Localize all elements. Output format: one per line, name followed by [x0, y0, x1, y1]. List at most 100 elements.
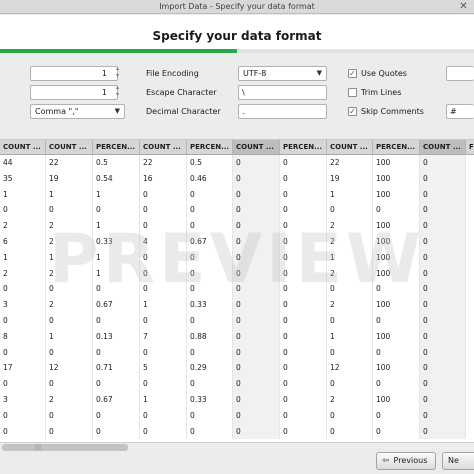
table-cell: 2 — [327, 297, 373, 313]
separator-select[interactable]: Comma "," ▼ — [30, 104, 125, 119]
table-cell: 0 — [46, 376, 93, 392]
table-cell: 0 — [0, 376, 46, 392]
column-header[interactable]: PERCEN... — [280, 140, 327, 155]
file-encoding-value: UTF-8 — [243, 69, 267, 78]
comment-character-input[interactable]: # — [446, 104, 474, 119]
escape-character-input[interactable]: \ — [238, 85, 327, 100]
table-cell: 0 — [0, 344, 46, 361]
column-header[interactable]: COUNT ... — [0, 140, 46, 155]
table-cell: 0 — [140, 407, 187, 424]
column-header[interactable]: COUNT ... — [140, 140, 187, 155]
column-header[interactable]: COUNT ... — [420, 140, 466, 155]
table-row: 3 2 0.67 1 0.33 0 0 2 100 0 — [0, 297, 474, 313]
table-cell: 1 — [0, 186, 46, 203]
escape-character-label: Escape Character — [146, 88, 217, 97]
table-cell: 0 — [420, 407, 466, 424]
column-header[interactable]: COUNT ... — [46, 140, 93, 155]
table-cell: 0.13 — [93, 328, 140, 345]
checkbox-box[interactable]: ✓ — [348, 69, 357, 78]
table-cell — [466, 187, 474, 203]
table-cell — [466, 376, 474, 392]
chevron-down-icon: ▼ — [316, 69, 322, 77]
table-cell: 0.29 — [187, 360, 233, 377]
table-cell: 0 — [420, 186, 466, 203]
table-cell: 0 — [373, 281, 420, 298]
table-cell: 0 — [140, 376, 187, 392]
table-cell: 22 — [46, 155, 93, 171]
table-cell: 2 — [0, 265, 46, 282]
table-cell: 0 — [280, 186, 327, 203]
table-cell: 0 — [373, 423, 420, 440]
start-row-stepper-icon[interactable]: ▴ ▾ — [116, 65, 124, 79]
table-cell: 1 — [327, 328, 373, 345]
table-cell: 0 — [233, 249, 280, 266]
checkbox-box[interactable] — [348, 88, 357, 97]
column-header[interactable]: PERCEN... — [373, 140, 420, 155]
table-cell: 0 — [280, 218, 327, 234]
column-header[interactable]: PERCEN... — [93, 140, 140, 155]
table-row: 17 12 0.71 5 0.29 0 0 12 100 0 — [0, 360, 474, 377]
table-cell: 0 — [233, 155, 280, 171]
checkbox-box[interactable]: ✓ — [348, 107, 357, 116]
table-cell: 0 — [327, 313, 373, 329]
table-cell: 0 — [280, 234, 327, 250]
table-cell: 0 — [140, 202, 187, 219]
table-cell: 0 — [233, 234, 280, 250]
table-cell: 0 — [140, 281, 187, 298]
skip-comments-label: Skip Comments — [361, 107, 424, 116]
table-cell: 0 — [93, 344, 140, 361]
decimal-character-input[interactable]: . — [238, 104, 327, 119]
table-cell: 0 — [280, 202, 327, 219]
header-row-spinner[interactable]: 1 — [30, 85, 118, 100]
close-icon[interactable]: ✕ — [458, 1, 469, 12]
table-cell: 6 — [0, 234, 46, 250]
table-cell: 0 — [327, 407, 373, 424]
table-cell: 0 — [140, 344, 187, 361]
table-cell: 100 — [373, 249, 420, 266]
table-cell: 7 — [140, 328, 187, 345]
start-row-spinner[interactable]: 1 — [30, 66, 118, 81]
table-cell: 0 — [187, 202, 233, 219]
trim-lines-checkbox[interactable]: Trim Lines — [348, 87, 401, 98]
header-row-stepper-icon[interactable]: ▴ ▾ — [116, 84, 124, 98]
table-cell: 0 — [233, 328, 280, 345]
table-cell: 0 — [327, 376, 373, 392]
skip-comments-checkbox[interactable]: ✓ Skip Comments — [348, 106, 424, 117]
file-encoding-select[interactable]: UTF-8 ▼ — [238, 66, 327, 81]
table-row: 1 1 1 0 0 0 0 1 100 0 — [0, 186, 474, 203]
table-cell: 0 — [187, 423, 233, 440]
table-cell: 3 — [0, 392, 46, 408]
table-cell: 0.71 — [93, 360, 140, 377]
previous-button[interactable]: ⇦ Previous — [376, 452, 436, 470]
table-cell: 0 — [233, 186, 280, 203]
use-quotes-checkbox[interactable]: ✓ Use Quotes — [348, 68, 407, 79]
table-row: 3 2 0.67 1 0.33 0 0 2 100 0 — [0, 392, 474, 408]
scrollbar-thumb[interactable]: ||| — [2, 444, 128, 451]
table-cell: 0 — [280, 249, 327, 266]
table-cell: 2 — [327, 392, 373, 408]
data-preview-table: COUNT ... COUNT ... PERCEN... COUNT ... PERC… — [0, 140, 474, 443]
table-cell: 0 — [280, 265, 327, 282]
chevron-down-icon: ▼ — [114, 107, 120, 115]
arrow-left-icon: ⇦ — [382, 456, 390, 466]
column-header[interactable]: PERCEN... — [187, 140, 233, 155]
table-cell: 0 — [373, 407, 420, 424]
table-row: 2 2 1 0 0 0 0 2 100 0 — [0, 265, 474, 282]
table-cell: 1 — [93, 186, 140, 203]
column-header[interactable]: F — [466, 140, 474, 155]
table-cell: 0 — [420, 360, 466, 377]
next-button[interactable]: Ne — [442, 452, 474, 470]
table-cell: 0 — [280, 281, 327, 298]
column-header[interactable]: COUNT ... — [233, 140, 280, 155]
table-cell: 2 — [46, 392, 93, 408]
column-header[interactable]: COUNT ... — [327, 140, 373, 155]
table-cell: 100 — [373, 297, 420, 313]
quote-character-input[interactable] — [446, 66, 474, 81]
table-cell: 1 — [46, 249, 93, 266]
table-row: 6 2 0.33 4 0.67 0 0 2 100 0 — [0, 234, 474, 250]
table-cell: 0 — [0, 423, 46, 440]
table-row: 8 1 0.13 7 0.88 0 0 1 100 0 — [0, 328, 474, 345]
table-cell: 100 — [373, 392, 420, 408]
table-cell: 0 — [187, 249, 233, 266]
horizontal-scrollbar[interactable]: ||| — [0, 442, 474, 452]
